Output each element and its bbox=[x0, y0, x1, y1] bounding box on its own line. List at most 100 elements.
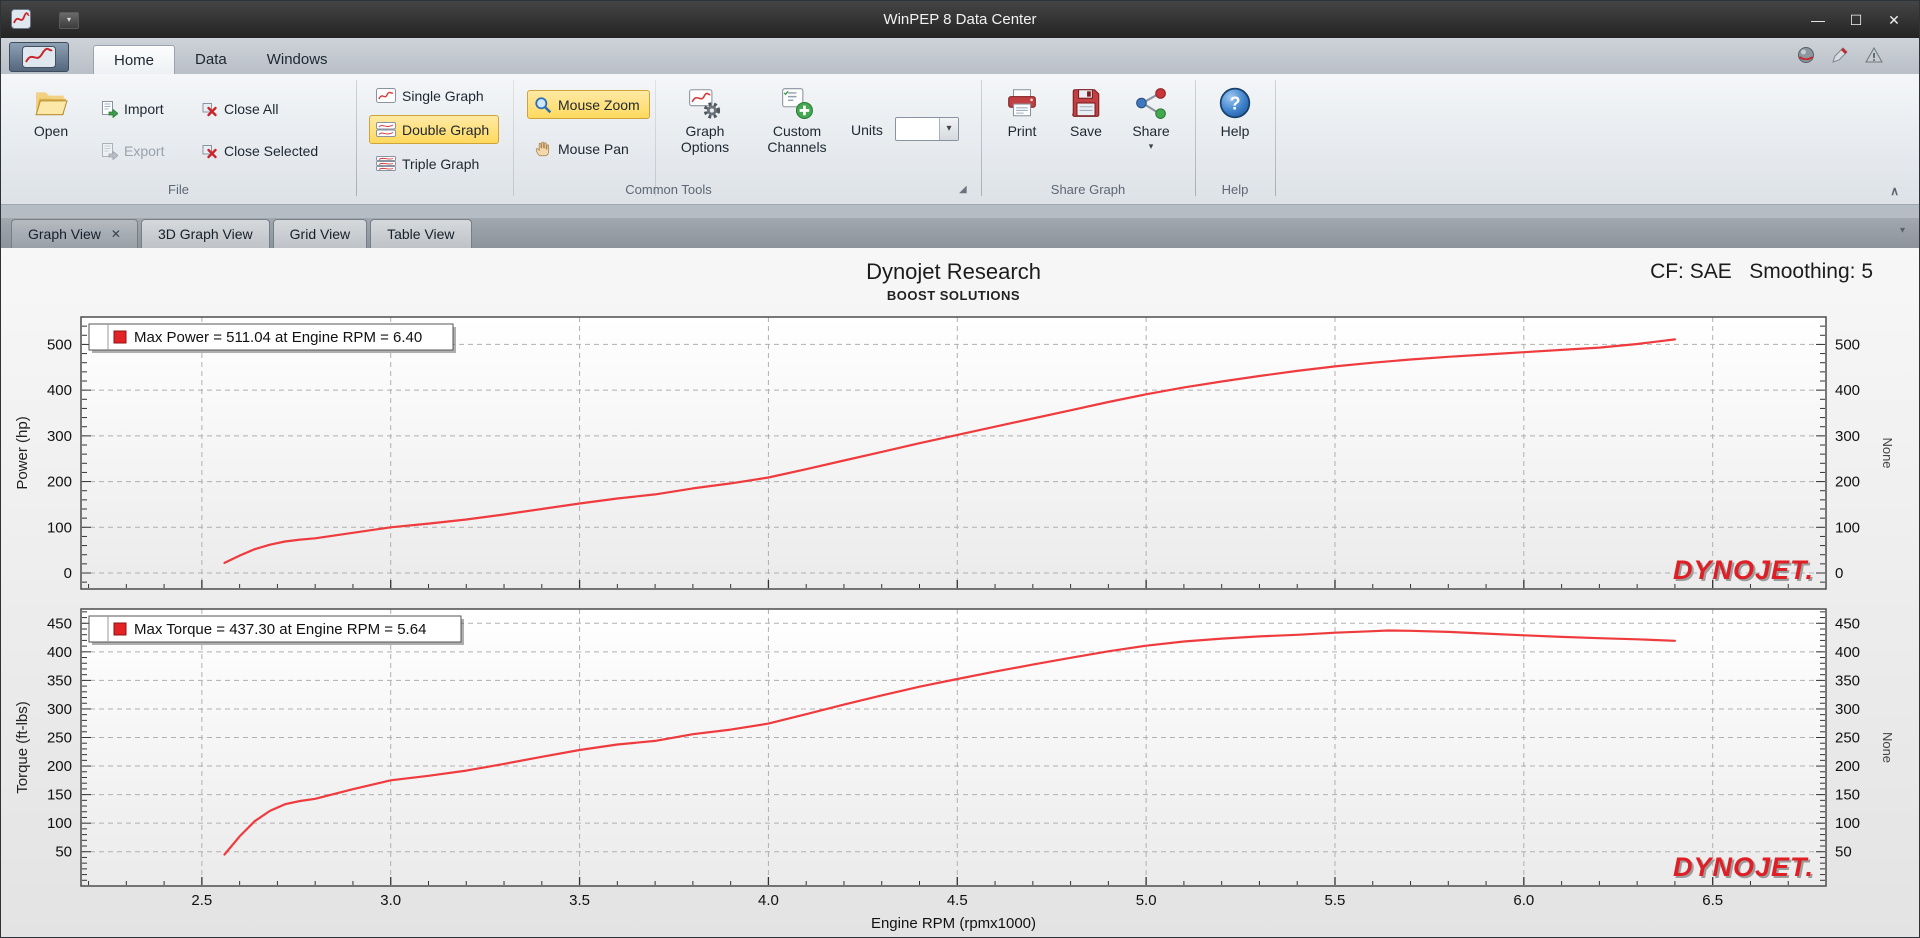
warning-icon[interactable] bbox=[1865, 46, 1883, 64]
svg-text:300: 300 bbox=[1835, 701, 1860, 718]
collapse-ribbon-button[interactable]: ∧ bbox=[1890, 184, 1899, 198]
right-axis-label: None bbox=[1880, 732, 1895, 763]
maximize-button[interactable]: ☐ bbox=[1837, 7, 1875, 33]
double-graph-button[interactable]: Double Graph bbox=[369, 115, 500, 144]
svg-text:300: 300 bbox=[1835, 428, 1860, 445]
graph-options-label: Graph Options bbox=[680, 123, 730, 155]
share-label: Share bbox=[1132, 123, 1170, 139]
dynojet-watermark: DYNOJET. bbox=[1673, 555, 1814, 585]
open-label: Open bbox=[33, 123, 69, 139]
open-folder-icon bbox=[35, 92, 68, 116]
import-button[interactable]: Import bbox=[93, 94, 174, 123]
print-button[interactable]: Print bbox=[993, 80, 1051, 178]
svg-text:150: 150 bbox=[1835, 787, 1860, 804]
single-graph-button[interactable]: Single Graph bbox=[369, 81, 494, 110]
window-title: WinPEP 8 Data Center bbox=[883, 11, 1037, 28]
export-button[interactable]: Export bbox=[93, 136, 174, 165]
svg-text:500: 500 bbox=[47, 336, 72, 353]
close-selected-button[interactable]: Close Selected bbox=[195, 136, 328, 165]
brush-icon[interactable] bbox=[1831, 46, 1849, 64]
custom-channels-button[interactable]: Custom Channels bbox=[753, 80, 841, 178]
close-selected-label: Close Selected bbox=[224, 142, 319, 159]
tab-3d-graph-view[interactable]: 3D Graph View bbox=[140, 219, 270, 248]
power-chart[interactable]: DYNOJET.DYNOJET.Max Power = 511.04 at En… bbox=[80, 316, 1827, 590]
tab-overflow-icon[interactable]: ▾ bbox=[1900, 225, 1905, 236]
svg-text:?: ? bbox=[1229, 93, 1240, 113]
file-group-label: File bbox=[168, 182, 189, 197]
svg-text:Max Power = 511.04 at Engine R: Max Power = 511.04 at Engine RPM = 6.40 bbox=[134, 329, 422, 346]
magnifier-icon bbox=[535, 96, 552, 113]
units-value bbox=[896, 118, 939, 140]
svg-text:6.5: 6.5 bbox=[1702, 892, 1723, 909]
charts-canvas[interactable]: DYNOJET. DYNOJET. Max Power = 511.04 at En… bbox=[1, 248, 1920, 938]
printer-icon bbox=[1008, 89, 1036, 117]
graph-options-button[interactable]: Graph Options bbox=[665, 80, 745, 178]
import-icon bbox=[102, 100, 118, 118]
help-button[interactable]: ? Help bbox=[1205, 80, 1265, 178]
torque-legend: Max Torque = 437.30 at Engine RPM = 5.64 bbox=[88, 615, 464, 645]
export-label: Export bbox=[124, 142, 165, 159]
close-button[interactable]: ✕ bbox=[1875, 7, 1913, 33]
graph-options-icon bbox=[689, 89, 721, 119]
torque-chart[interactable]: DYNOJET.DYNOJET.Max Torque = 437.30 at E… bbox=[80, 608, 1827, 887]
sphere-icon[interactable] bbox=[1797, 46, 1815, 64]
svg-text:5.5: 5.5 bbox=[1325, 892, 1346, 909]
share-button[interactable]: Share ▾ bbox=[1121, 80, 1181, 178]
tab-graph-view[interactable]: Graph View ✕ bbox=[11, 219, 138, 248]
svg-text:50: 50 bbox=[1835, 844, 1852, 861]
svg-text:300: 300 bbox=[47, 428, 72, 445]
close-selected-icon bbox=[202, 144, 217, 158]
y-axis-label: Torque (ft-lbs) bbox=[14, 701, 31, 794]
svg-text:4.5: 4.5 bbox=[947, 892, 968, 909]
x-axis-label: Engine RPM (rpmx1000) bbox=[871, 915, 1036, 932]
close-all-label: Close All bbox=[224, 100, 279, 117]
close-tab-icon[interactable]: ✕ bbox=[111, 227, 121, 241]
print-label: Print bbox=[1007, 123, 1037, 139]
table-view-label: Table View bbox=[387, 226, 455, 242]
svg-text:100: 100 bbox=[1835, 519, 1860, 536]
units-label: Units bbox=[851, 122, 883, 138]
svg-text:6.0: 6.0 bbox=[1513, 892, 1534, 909]
svg-text:2.5: 2.5 bbox=[191, 892, 212, 909]
svg-text:3.5: 3.5 bbox=[569, 892, 590, 909]
close-all-icon bbox=[202, 102, 217, 116]
tab-data[interactable]: Data bbox=[175, 45, 247, 74]
mouse-zoom-button[interactable]: Mouse Zoom bbox=[527, 90, 650, 119]
single-graph-icon bbox=[376, 88, 396, 103]
units-dropdown[interactable]: ▾ bbox=[895, 117, 959, 141]
svg-text:200: 200 bbox=[1835, 758, 1860, 775]
svg-text:500: 500 bbox=[1835, 336, 1860, 353]
svg-text:250: 250 bbox=[1835, 730, 1860, 747]
share-dropdown-arrow-icon[interactable]: ▾ bbox=[1149, 142, 1154, 151]
svg-text:400: 400 bbox=[47, 382, 72, 399]
tab-grid-view[interactable]: Grid View bbox=[272, 219, 368, 248]
double-graph-label: Double Graph bbox=[402, 121, 490, 138]
svg-text:100: 100 bbox=[47, 815, 72, 832]
triple-graph-button[interactable]: Triple Graph bbox=[369, 149, 489, 178]
winpep-window: ▾ WinPEP 8 Data Center — ☐ ✕ Home Data W… bbox=[0, 0, 1920, 938]
svg-text:3.0: 3.0 bbox=[380, 892, 401, 909]
open-button[interactable]: Open bbox=[19, 80, 83, 178]
save-button[interactable]: Save bbox=[1057, 80, 1115, 178]
dropdown-arrow-icon[interactable]: ▾ bbox=[939, 118, 958, 140]
window-controls: — ☐ ✕ bbox=[1799, 1, 1913, 38]
common-tools-group-label: Common Tools bbox=[625, 182, 712, 197]
close-all-button[interactable]: Close All bbox=[195, 94, 288, 123]
svg-text:100: 100 bbox=[1835, 815, 1860, 832]
application-menu-button[interactable] bbox=[9, 42, 69, 72]
right-axis-label: None bbox=[1880, 437, 1895, 468]
save-label: Save bbox=[1070, 123, 1102, 139]
mouse-pan-button[interactable]: Mouse Pan bbox=[527, 134, 639, 163]
3d-graph-view-label: 3D Graph View bbox=[157, 226, 253, 242]
svg-text:150: 150 bbox=[47, 787, 72, 804]
tab-windows[interactable]: Windows bbox=[247, 45, 348, 74]
svg-text:4.0: 4.0 bbox=[758, 892, 779, 909]
export-icon bbox=[102, 142, 118, 160]
minimize-button[interactable]: — bbox=[1799, 7, 1837, 33]
tab-home[interactable]: Home bbox=[93, 45, 176, 75]
svg-text:200: 200 bbox=[47, 474, 72, 491]
triple-graph-icon bbox=[376, 156, 396, 171]
hand-icon bbox=[535, 141, 550, 156]
ribbon-corner-icons bbox=[1797, 46, 1883, 64]
tab-table-view[interactable]: Table View bbox=[370, 219, 472, 248]
